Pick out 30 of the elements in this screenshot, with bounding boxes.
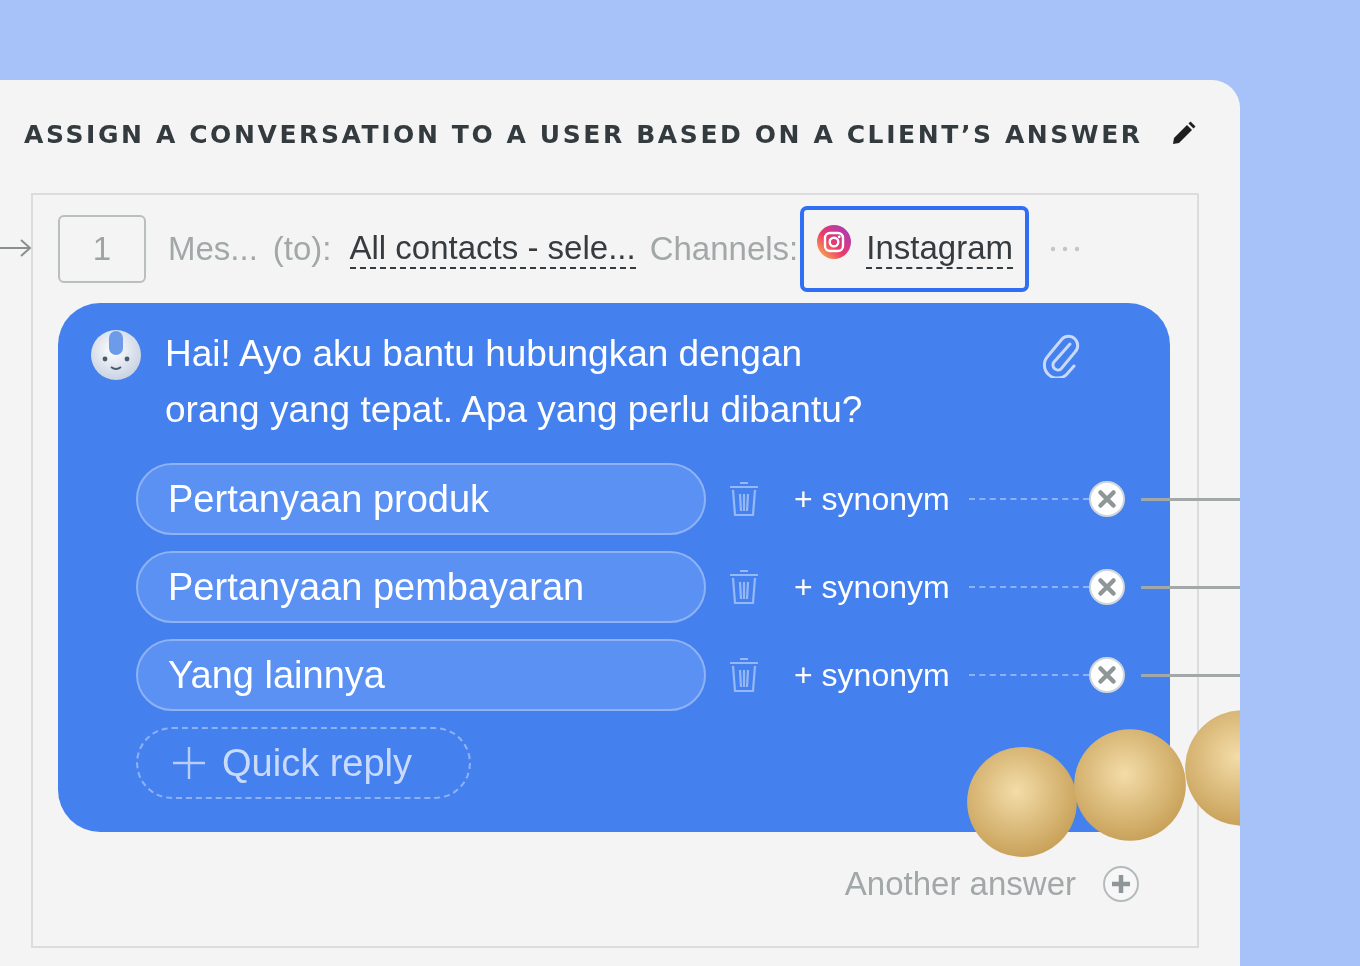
more-icon[interactable] (1049, 245, 1081, 253)
trash-icon[interactable] (727, 569, 761, 605)
quick-reply-pill[interactable]: Yang lainnya (136, 639, 706, 711)
channels-label: Channels: (649, 230, 799, 268)
add-quick-reply-button[interactable]: Quick reply (136, 727, 471, 799)
robot-avatar-icon (90, 329, 142, 381)
ball-icon (966, 746, 1078, 858)
another-answer-link[interactable]: Another answer (844, 865, 1076, 903)
step-number: 1 (58, 215, 146, 283)
camera-icon (816, 224, 853, 260)
remove-icon[interactable] (1087, 656, 1126, 694)
quick-reply-pill[interactable]: Pertanyaan pembayaran (136, 551, 706, 623)
recipients-link[interactable]: All contacts - sele... (349, 229, 636, 269)
add-synonym-link[interactable]: + synonym (794, 480, 950, 518)
channel-name: Instagram (866, 229, 1013, 269)
trash-icon[interactable] (727, 481, 761, 517)
remove-icon[interactable] (1087, 480, 1126, 518)
remove-icon[interactable] (1087, 568, 1126, 606)
message-label: Mes... (168, 230, 258, 268)
add-synonym-link[interactable]: + synonym (794, 656, 950, 694)
quick-reply-pill[interactable]: Pertanyaan produk (136, 463, 706, 535)
plus-icon (172, 746, 206, 780)
block-title: ASSIGN A CONVERSATION TO A USER BASED ON A CLIENT’S ANSWER (24, 119, 1143, 149)
channel-selector[interactable]: Instagram (800, 206, 1029, 292)
add-icon[interactable] (1102, 865, 1140, 903)
trash-icon[interactable] (727, 657, 761, 693)
to-label: (to): (272, 230, 332, 268)
message-text: Hai! Ayo aku bantu hubungkan dengan orang yang tepat. Apa yang perlu dibantu? (165, 332, 864, 432)
add-synonym-link[interactable]: + synonym (794, 568, 950, 606)
arrow-icon (0, 238, 32, 258)
